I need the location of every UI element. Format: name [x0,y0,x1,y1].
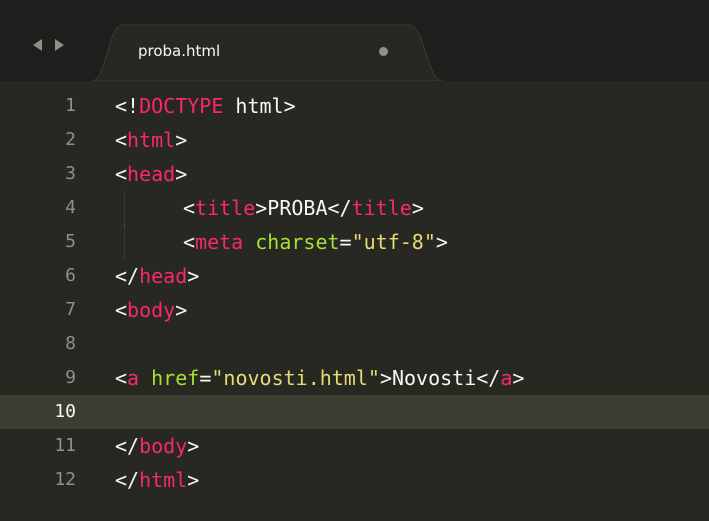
code-line: 12 </html> [0,463,709,497]
arrow-left-icon[interactable] [33,39,42,51]
code-line: 5 <meta charset="utf-8"> [0,225,709,259]
code-text: </head> [115,264,200,288]
line-number: 8 [65,333,76,354]
tab-navigation [33,39,83,53]
arrow-right-icon[interactable] [55,39,64,51]
tab-proba-html[interactable]: proba.html [92,22,462,81]
code-text: </html> [115,468,200,492]
line-number: 3 [65,163,76,184]
code-text: <head> [115,162,188,186]
code-editor[interactable]: 1 <!DOCTYPE html> 2 <html> 3 <head> 4 <t… [0,81,709,521]
code-line: 1 <!DOCTYPE html> [0,89,709,123]
code-text: <body> [115,298,188,322]
line-number: 11 [54,435,76,456]
line-number: 10 [54,401,76,422]
line-number: 2 [65,129,76,150]
line-number: 4 [65,197,76,218]
code-line: 11 </body> [0,429,709,463]
line-number: 1 [65,95,76,116]
tab-title: proba.html [138,42,221,60]
code-text: <meta charset="utf-8"> [183,230,448,254]
code-line: 8 [0,327,709,361]
code-line: 9 <a href="novosti.html">Novosti</a> [0,361,709,395]
code-line: 3 <head> [0,157,709,191]
line-number: 9 [65,367,76,388]
code-line: 2 <html> [0,123,709,157]
indent-guide [124,191,125,225]
line-number: 5 [65,231,76,252]
line-number: 7 [65,299,76,320]
code-text: <title>PROBA</title> [183,196,424,220]
line-number: 6 [65,265,76,286]
code-text: <a href="novosti.html">Novosti</a> [115,366,525,390]
line-number: 12 [54,469,76,490]
indent-guide [124,225,125,259]
tab-bar: proba.html [0,0,709,81]
code-text: <html> [115,128,188,152]
code-text: <!DOCTYPE html> [115,94,296,118]
unsaved-dot-icon[interactable] [379,47,388,56]
code-line: 6 </head> [0,259,709,293]
code-line: 7 <body> [0,293,709,327]
editor-window: proba.html 1 <!DOCTYPE html> 2 <html> 3 … [0,0,709,521]
code-line: 4 <title>PROBA</title> [0,191,709,225]
code-text: </body> [115,434,200,458]
active-code-line: 10 [0,395,709,429]
